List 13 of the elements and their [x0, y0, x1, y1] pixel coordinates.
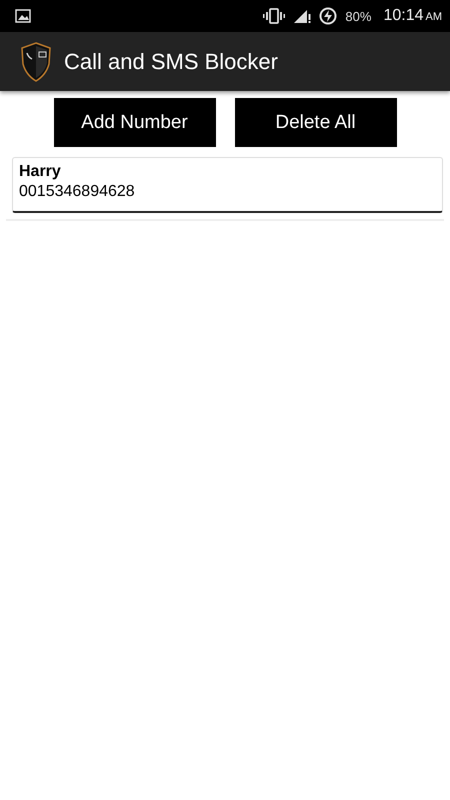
signal-icon	[293, 8, 312, 24]
contact-name: Harry	[19, 163, 62, 181]
clock: 10:14 AM	[383, 7, 442, 25]
vibrate-icon	[263, 8, 286, 24]
image-icon	[15, 9, 31, 23]
battery-percent: 80%	[345, 8, 372, 24]
contact-card[interactable]: Harry 0015346894628	[12, 157, 443, 213]
shield-icon	[20, 42, 52, 82]
battery-charging-icon	[319, 7, 338, 25]
action-button[interactable]: Add Number	[54, 98, 216, 147]
contact-number: 0015346894628	[19, 183, 136, 201]
app-title: Call and SMS Blocker	[64, 48, 278, 74]
action-button[interactable]: Delete All	[234, 98, 396, 147]
